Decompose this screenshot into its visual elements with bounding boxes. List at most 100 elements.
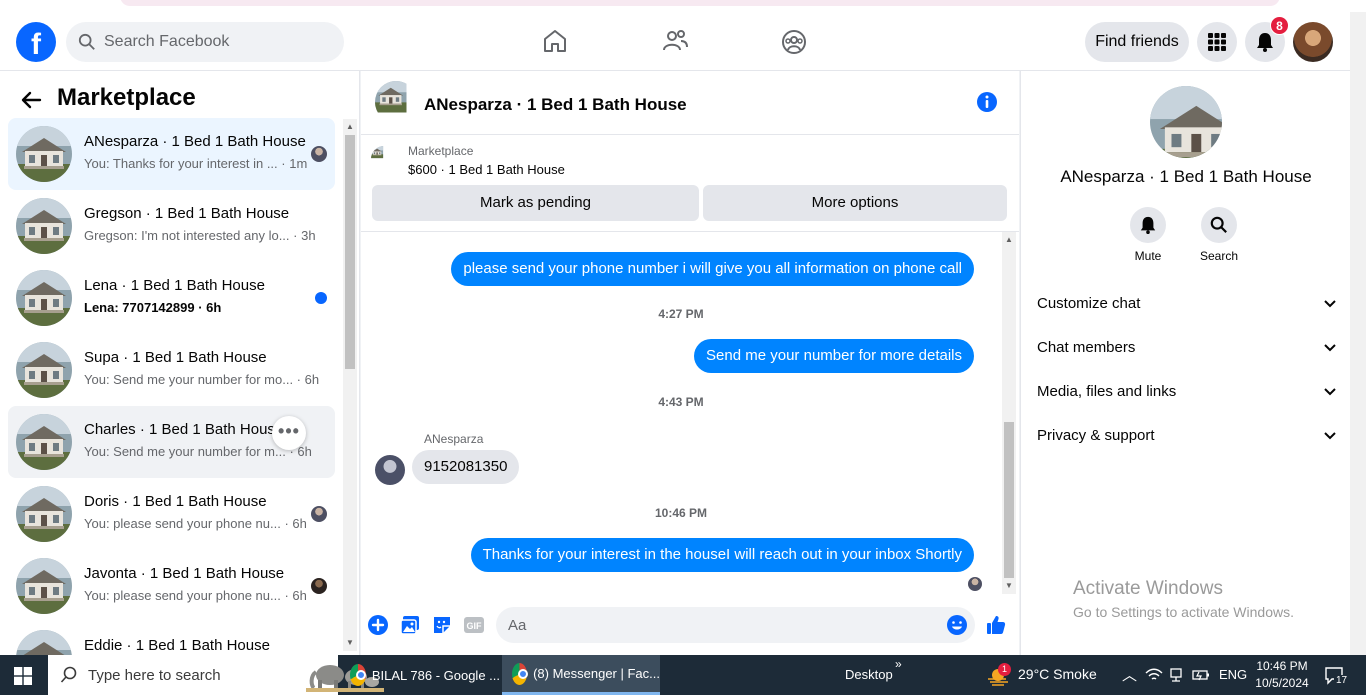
message-bubble[interactable]: 9152081350	[412, 450, 520, 484]
conversation-item[interactable]: Charles · 1 Bed 1 Bath House You: Send m…	[8, 406, 335, 478]
facebook-search[interactable]	[66, 22, 344, 62]
expand-toolbar-icon[interactable]: »	[895, 657, 902, 671]
taskbar-clock[interactable]: 10:46 PM 10/5/2024	[1252, 658, 1312, 692]
conversation-item[interactable]: Eddie · 1 Bed 1 Bath House	[8, 622, 335, 655]
message-bubble[interactable]: Send me your number for more details	[694, 339, 974, 373]
photo-icon[interactable]	[399, 614, 421, 636]
marketplace-sidebar: Marketplace ANesparza · 1 Bed 1 Bath Hou…	[0, 71, 360, 655]
search-in-conversation-button[interactable]: Search	[1189, 207, 1249, 263]
message-input[interactable]	[496, 607, 975, 643]
mark-as-pending-button[interactable]: Mark as pending	[372, 185, 699, 221]
listing-price[interactable]: $600 · 1 Bed 1 Bath House	[408, 162, 565, 177]
clock-date: 10/5/2024	[1255, 676, 1309, 690]
sidebar-scrollbar[interactable]: ▲ ▼	[343, 119, 357, 651]
conversation-title: ANesparza · 1 Bed 1 Bath House	[1060, 167, 1312, 186]
conversation-item[interactable]: Lena · 1 Bed 1 Bath House Lena: 77071428…	[8, 262, 335, 334]
conversation-info-panel: ANesparza · 1 Bed 1 Bath House Mute Sear…	[1020, 71, 1350, 655]
home-icon[interactable]	[541, 26, 569, 56]
notification-count-badge: 17	[1334, 675, 1350, 686]
mute-button[interactable]: Mute	[1118, 207, 1178, 263]
seen-avatar	[311, 146, 327, 162]
scroll-down-icon[interactable]: ▼	[343, 637, 357, 649]
section-label: Media, files and links	[1037, 382, 1177, 400]
friends-icon[interactable]	[661, 26, 689, 56]
message-composer: GIF	[361, 601, 1019, 655]
listing-thumbnail	[16, 270, 72, 326]
activate-windows-watermark: Activate Windows Go to Settings to activ…	[1073, 578, 1294, 620]
emoji-icon[interactable]	[946, 614, 968, 636]
taskbar-search[interactable]: Type here to search	[48, 655, 384, 695]
scrollbar-thumb[interactable]	[345, 135, 355, 369]
chat-scrollbar[interactable]: ▲ ▼	[1002, 232, 1016, 594]
chat-members-row[interactable]: Chat members	[1037, 335, 1337, 359]
listing-thumbnail	[16, 414, 72, 470]
weather-alert-badge: 1	[998, 663, 1011, 676]
chrome-icon	[350, 664, 366, 686]
clock-time: 10:46 PM	[1256, 659, 1308, 673]
scroll-up-icon[interactable]: ▲	[1002, 234, 1016, 246]
taskbar-app-chrome[interactable]: BILAL 786 - Google ...	[340, 655, 500, 695]
grid-menu-icon	[1208, 33, 1226, 51]
conversation-name: Doris · 1 Bed 1 Bath House	[84, 493, 267, 510]
chevron-down-icon	[1324, 300, 1336, 308]
listing-thumbnail	[16, 198, 72, 254]
battery-icon[interactable]	[1192, 668, 1210, 682]
windows-start-icon[interactable]	[14, 667, 32, 685]
conversation-item[interactable]: Doris · 1 Bed 1 Bath House You: please s…	[8, 478, 335, 550]
chat-title[interactable]: ANesparza · 1 Bed 1 Bath House	[424, 95, 687, 115]
menu-button[interactable]	[1197, 22, 1237, 62]
scrollbar-thumb[interactable]	[1004, 422, 1014, 578]
plus-circle-icon[interactable]	[367, 614, 389, 636]
weather-text[interactable]: 29°C Smoke	[1018, 666, 1097, 682]
browser-tab-highlight	[120, 0, 1280, 6]
conversation-preview: Gregson: I'm not interested any lo... · …	[84, 228, 316, 243]
more-options-icon[interactable]: •••	[272, 416, 306, 450]
account-avatar[interactable]	[1293, 22, 1333, 62]
chat-header: ANesparza · 1 Bed 1 Bath House	[361, 71, 1019, 135]
conversation-item[interactable]: ANesparza · 1 Bed 1 Bath House You: Than…	[8, 118, 335, 190]
conversation-item[interactable]: Javonta · 1 Bed 1 Bath House You: please…	[8, 550, 335, 622]
facebook-logo-icon[interactable]: f	[16, 22, 56, 62]
search-icon	[78, 33, 95, 50]
sticker-icon[interactable]	[431, 614, 453, 636]
media-files-links-row[interactable]: Media, files and links	[1037, 379, 1337, 403]
like-thumb-icon[interactable]	[985, 614, 1007, 636]
bell-icon	[1140, 216, 1156, 234]
conversation-thumbnail[interactable]	[1150, 86, 1222, 158]
message-timestamp: 4:43 PM	[658, 395, 704, 409]
scroll-up-icon[interactable]: ▲	[343, 121, 357, 133]
page-scrollbar[interactable]	[1350, 12, 1366, 655]
unread-dot	[315, 292, 327, 304]
groups-icon[interactable]	[780, 26, 808, 56]
desktop-toolbar[interactable]: Desktop	[845, 667, 893, 682]
more-options-button[interactable]: More options	[703, 185, 1007, 221]
sender-avatar[interactable]	[375, 455, 405, 485]
customize-chat-row[interactable]: Customize chat	[1037, 291, 1337, 315]
search-input[interactable]	[104, 33, 324, 51]
conversation-name: ANesparza · 1 Bed 1 Bath House	[84, 133, 306, 150]
conversation-preview: You: please send your phone nu... · 6h	[84, 588, 307, 603]
taskbar-search-placeholder: Type here to search	[88, 666, 221, 684]
taskbar-app-messenger[interactable]: (8) Messenger | Fac...	[502, 655, 660, 695]
conversation-item[interactable]: Gregson · 1 Bed 1 Bath House Gregson: I'…	[8, 190, 335, 262]
wifi-icon[interactable]	[1145, 668, 1163, 682]
listing-thumbnail	[16, 486, 72, 542]
back-arrow-icon[interactable]	[20, 89, 42, 111]
message-bubble[interactable]: Thanks for your interest in the houseI w…	[470, 538, 974, 572]
listing-thumbnail	[16, 630, 72, 655]
privacy-support-row[interactable]: Privacy & support	[1037, 423, 1337, 447]
chevron-up-icon[interactable]: ︿	[1122, 664, 1137, 685]
language-indicator[interactable]: ENG	[1219, 667, 1247, 682]
chat-thumbnail[interactable]	[375, 81, 417, 123]
info-icon[interactable]	[976, 91, 998, 113]
conversation-name: Gregson · 1 Bed 1 Bath House	[84, 205, 290, 222]
conversation-list: ANesparza · 1 Bed 1 Bath House You: Than…	[8, 118, 335, 655]
scroll-down-icon[interactable]: ▼	[1002, 580, 1016, 592]
gif-icon[interactable]: GIF	[463, 614, 485, 636]
message-bubble[interactable]: please send your phone number i will giv…	[451, 252, 974, 286]
listing-thumbnail	[16, 558, 72, 614]
conversation-preview: Lena: 7707142899 · 6h	[84, 300, 222, 315]
network-icon[interactable]	[1169, 667, 1183, 683]
conversation-item[interactable]: Supa · 1 Bed 1 Bath House You: Send me y…	[8, 334, 335, 406]
find-friends-button[interactable]: Find friends	[1085, 22, 1189, 62]
